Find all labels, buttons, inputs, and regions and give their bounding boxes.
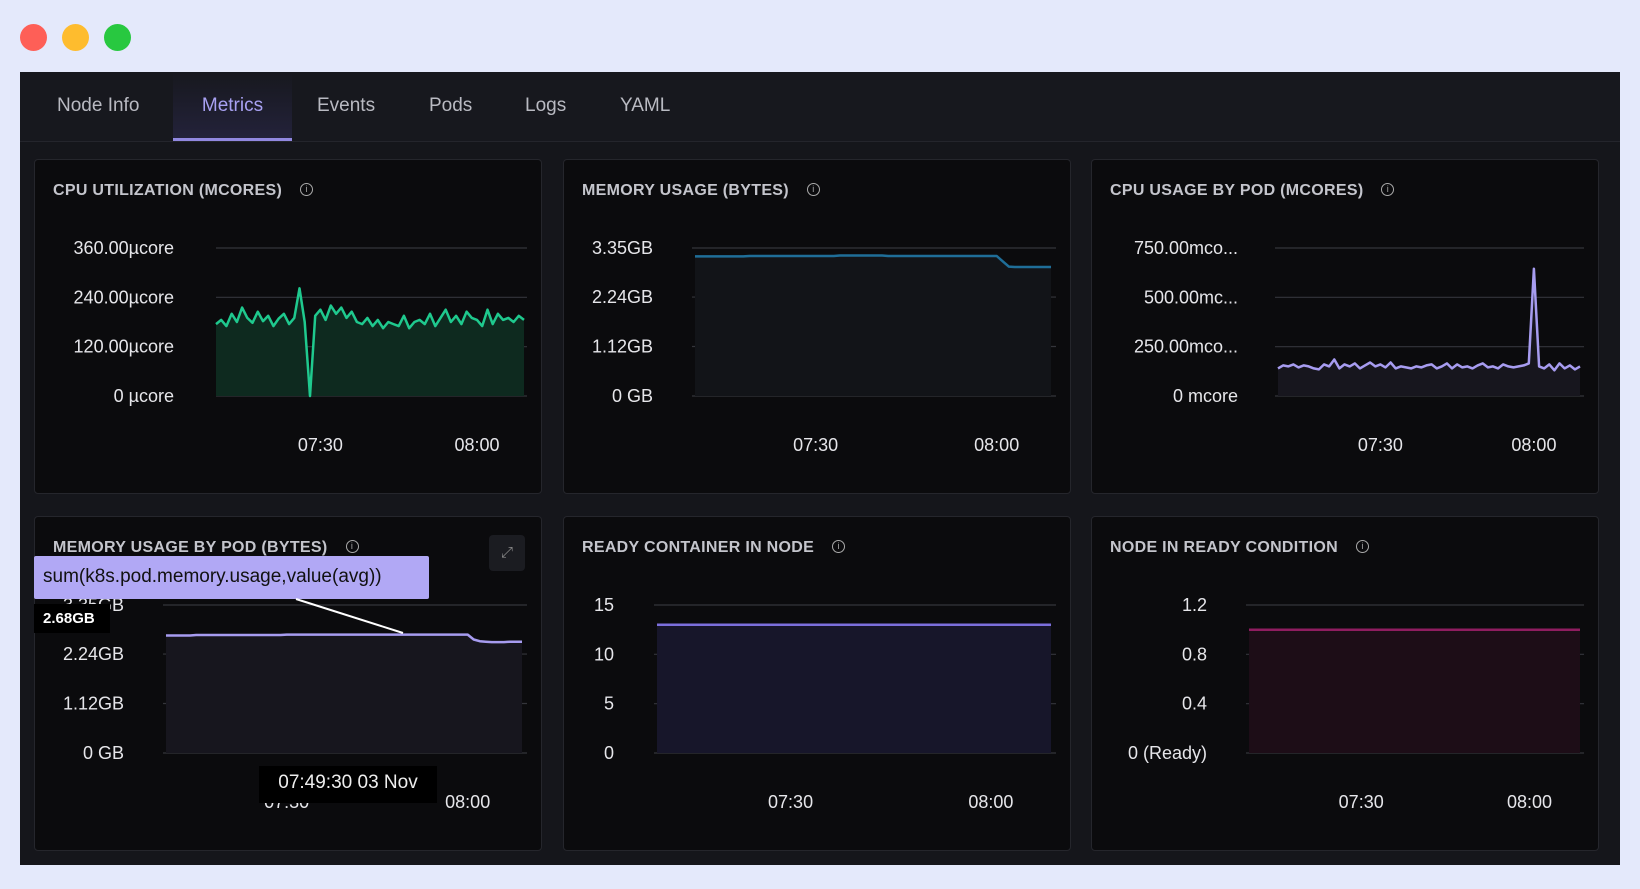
y-tick-label: 3.35GB bbox=[592, 238, 653, 258]
y-tick-label: 2.24GB bbox=[592, 287, 653, 307]
chart-card-cpu-utilization-mcores: CPU UTILIZATION (MCORES) i 0 µcore 120.00µc… bbox=[34, 159, 542, 494]
window-maximize-button[interactable] bbox=[104, 24, 131, 51]
y-tick-label: 360.00µcore bbox=[74, 238, 174, 258]
y-tick-label: 1.2 bbox=[1182, 595, 1207, 615]
chart-plot: 0 µcore 120.00µcore 240.00µcore 360.00µcore… bbox=[74, 238, 527, 455]
x-tick-label: 08:00 bbox=[1507, 792, 1552, 812]
chart-plot: 0 5 10 15 07:30 08:00 bbox=[594, 595, 1056, 812]
x-tick-label: 08:00 bbox=[974, 435, 1019, 455]
y-tick-label: 10 bbox=[594, 644, 614, 664]
x-tick-label: 07:30 bbox=[1339, 792, 1384, 812]
x-tick-label: 08:00 bbox=[445, 792, 490, 812]
x-tick-label: 07:30 bbox=[298, 435, 343, 455]
series-area bbox=[657, 624, 1051, 753]
tab-metrics[interactable]: Metrics bbox=[173, 72, 292, 141]
y-tick-label: 1.12GB bbox=[592, 337, 653, 357]
x-tick-label: 07:30 bbox=[793, 435, 838, 455]
tooltip-value: 2.68GB bbox=[34, 604, 110, 633]
x-tick-label: 08:00 bbox=[454, 435, 499, 455]
x-tick-label: 08:00 bbox=[1511, 435, 1556, 455]
chart-card-ready-container-in-node: READY CONTAINER IN NODE i 0 5 10 15 07:30 08:00 bbox=[563, 516, 1071, 851]
tooltip-series-name: sum(k8s.pod.memory.usage,value(avg)) bbox=[34, 556, 429, 599]
tab-node-info[interactable]: Node Info bbox=[57, 72, 139, 141]
y-tick-label: 250.00mco... bbox=[1134, 337, 1238, 357]
y-tick-label: 15 bbox=[594, 595, 614, 615]
series-area bbox=[1249, 629, 1580, 753]
y-tick-label: 0.4 bbox=[1182, 694, 1207, 714]
y-tick-label: 5 bbox=[604, 694, 614, 714]
y-tick-label: 0.8 bbox=[1182, 644, 1207, 664]
tab-logs[interactable]: Logs bbox=[525, 72, 566, 141]
chart-plot: 0 (Ready) 0.4 0.8 1.2 07:30 08:00 bbox=[1128, 595, 1584, 812]
tab-pods[interactable]: Pods bbox=[429, 72, 472, 141]
x-tick-label: 07:30 bbox=[768, 792, 813, 812]
chart-card-cpu-usage-by-pod-mcores: CPU USAGE BY POD (MCORES) i 0 mcore 250.00m… bbox=[1091, 159, 1599, 494]
y-tick-label: 0 mcore bbox=[1173, 386, 1238, 406]
tooltip-time: 07:49:30 03 Nov bbox=[259, 766, 437, 803]
x-tick-label: 08:00 bbox=[968, 792, 1013, 812]
y-tick-label: 0 GB bbox=[612, 386, 653, 406]
y-tick-label: 0 µcore bbox=[114, 386, 174, 406]
y-tick-label: 240.00µcore bbox=[74, 287, 174, 307]
chart-plot: 0 GB 1.12GB 2.24GB 3.35GB 07:30 08:00 bbox=[592, 238, 1056, 455]
tab-bar: Node Info Metrics Events Pods Logs YAML bbox=[20, 72, 1620, 142]
y-tick-label: 2.24GB bbox=[63, 644, 124, 664]
expand-icon[interactable]: ⤢ bbox=[489, 535, 525, 571]
series-area bbox=[216, 288, 524, 396]
chart-plot: 0 mcore 250.00mco... 500.00mc... 750.00mco.… bbox=[1134, 238, 1584, 455]
y-tick-label: 120.00µcore bbox=[74, 337, 174, 357]
tab-yaml[interactable]: YAML bbox=[620, 72, 670, 141]
y-tick-label: 500.00mc... bbox=[1144, 287, 1238, 307]
window-close-button[interactable] bbox=[20, 24, 47, 51]
y-tick-label: 750.00mco... bbox=[1134, 238, 1238, 258]
x-tick-label: 07:30 bbox=[1358, 435, 1403, 455]
chart-card-node-in-ready-condition: NODE IN READY CONDITION i 0 (Ready) 0.4 0.8 1… bbox=[1091, 516, 1599, 851]
series-area bbox=[695, 255, 1051, 396]
y-tick-label: 0 (Ready) bbox=[1128, 743, 1207, 763]
y-tick-label: 1.12GB bbox=[63, 694, 124, 714]
series-area bbox=[166, 634, 522, 753]
tab-events[interactable]: Events bbox=[317, 72, 375, 141]
y-tick-label: 0 GB bbox=[83, 743, 124, 763]
chart-card-memory-usage-bytes: MEMORY USAGE (BYTES) i 0 GB 1.12GB 2.24GB 3.3… bbox=[563, 159, 1071, 494]
y-tick-label: 0 bbox=[604, 743, 614, 763]
window-minimize-button[interactable] bbox=[62, 24, 89, 51]
